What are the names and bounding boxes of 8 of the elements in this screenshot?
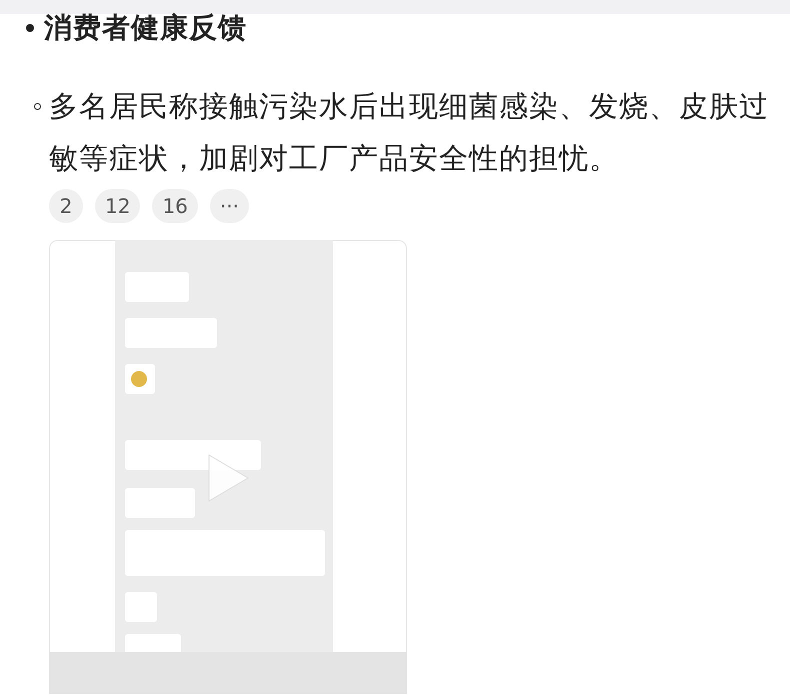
reference-badge[interactable]: ··· [210, 189, 249, 223]
reference-badge[interactable]: 2 [49, 189, 83, 223]
item-text: 多名居民称接触污染水后出现细菌感染、发烧、皮肤过敏等症状，加剧对工厂产品安全性的担忧。 [49, 88, 770, 177]
reference-badge[interactable]: 12 [95, 189, 140, 223]
bullet-icon [34, 103, 41, 110]
bullet-icon [26, 24, 34, 32]
section-heading: 消费者健康反馈 [44, 10, 247, 46]
reference-badge[interactable]: 16 [152, 189, 198, 223]
